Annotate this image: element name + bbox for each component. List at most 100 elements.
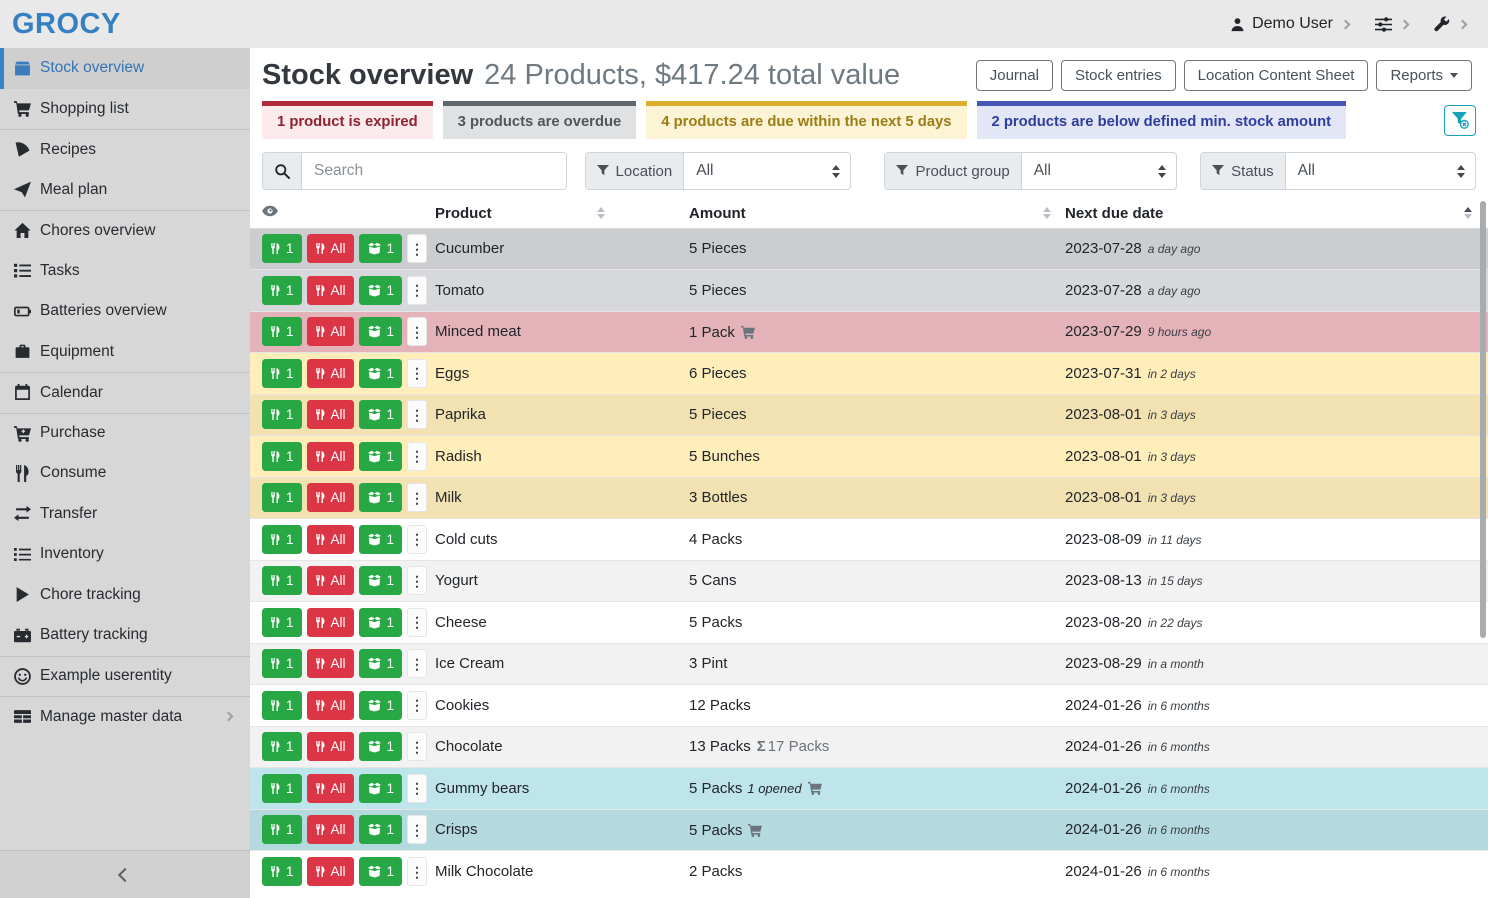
row-menu-button[interactable]: ⋮ <box>407 566 427 595</box>
open-one-button[interactable]: 1 <box>359 857 403 886</box>
consume-all-button[interactable]: All <box>307 400 354 429</box>
sidebar-item-equipment[interactable]: Equipment <box>0 332 250 373</box>
product-name[interactable]: Chocolate <box>435 726 689 768</box>
status-select[interactable]: All <box>1286 153 1475 189</box>
admin-menu[interactable] <box>1434 16 1466 32</box>
column-visibility-header[interactable] <box>250 199 435 228</box>
open-one-button[interactable]: 1 <box>359 774 403 803</box>
user-menu[interactable]: Demo User <box>1230 15 1349 33</box>
consume-one-button[interactable]: 1 <box>262 815 302 844</box>
product-name[interactable]: Paprika <box>435 394 689 436</box>
product-column-header[interactable]: Product <box>435 199 689 228</box>
consume-one-button[interactable]: 1 <box>262 276 302 305</box>
row-menu-button[interactable]: ⋮ <box>407 691 427 720</box>
consume-one-button[interactable]: 1 <box>262 774 302 803</box>
stock-entries-button[interactable]: Stock entries <box>1061 60 1176 91</box>
open-one-button[interactable]: 1 <box>359 815 403 844</box>
sidebar-item-meal-plan[interactable]: Meal plan <box>0 170 250 211</box>
product-name[interactable]: Milk Chocolate <box>435 851 689 893</box>
consume-one-button[interactable]: 1 <box>262 234 302 263</box>
open-one-button[interactable]: 1 <box>359 359 403 388</box>
consume-all-button[interactable]: All <box>307 525 354 554</box>
row-menu-button[interactable]: ⋮ <box>407 525 427 554</box>
consume-one-button[interactable]: 1 <box>262 483 302 512</box>
row-menu-button[interactable]: ⋮ <box>407 276 427 305</box>
consume-all-button[interactable]: All <box>307 649 354 678</box>
consume-all-button[interactable]: All <box>307 483 354 512</box>
consume-all-button[interactable]: All <box>307 815 354 844</box>
sidebar-item-transfer[interactable]: Transfer <box>0 494 250 535</box>
due-soon-banner[interactable]: 4 products are due within the next 5 day… <box>646 101 966 139</box>
consume-all-button[interactable]: All <box>307 234 354 263</box>
sidebar-item-shopping-list[interactable]: Shopping list <box>0 89 250 130</box>
open-one-button[interactable]: 1 <box>359 691 403 720</box>
consume-all-button[interactable]: All <box>307 566 354 595</box>
product-name[interactable]: Cheese <box>435 602 689 644</box>
open-one-button[interactable]: 1 <box>359 608 403 637</box>
open-one-button[interactable]: 1 <box>359 234 403 263</box>
settings-menu[interactable] <box>1375 16 1408 33</box>
open-one-button[interactable]: 1 <box>359 317 403 346</box>
consume-one-button[interactable]: 1 <box>262 857 302 886</box>
product-name[interactable]: Yogurt <box>435 560 689 602</box>
location-content-sheet-button[interactable]: Location Content Sheet <box>1184 60 1369 91</box>
product-name[interactable]: Ice Cream <box>435 643 689 685</box>
product-name[interactable]: Gummy bears <box>435 768 689 810</box>
consume-all-button[interactable]: All <box>307 359 354 388</box>
product-name[interactable]: Cucumber <box>435 228 689 270</box>
consume-all-button[interactable]: All <box>307 732 354 761</box>
row-menu-button[interactable]: ⋮ <box>407 317 427 346</box>
expired-banner[interactable]: 1 product is expired <box>262 101 433 139</box>
product-name[interactable]: Cookies <box>435 685 689 727</box>
consume-one-button[interactable]: 1 <box>262 691 302 720</box>
sidebar-item-chore-tracking[interactable]: Chore tracking <box>0 575 250 616</box>
product-name[interactable]: Milk <box>435 477 689 519</box>
row-menu-button[interactable]: ⋮ <box>407 608 427 637</box>
open-one-button[interactable]: 1 <box>359 525 403 554</box>
open-one-button[interactable]: 1 <box>359 276 403 305</box>
sidebar-item-manage-master-data[interactable]: Manage master data <box>0 696 250 737</box>
row-menu-button[interactable]: ⋮ <box>407 359 427 388</box>
sidebar-item-recipes[interactable]: Recipes <box>0 129 250 170</box>
product-group-select[interactable]: All <box>1022 153 1176 189</box>
location-select[interactable]: All <box>684 153 850 189</box>
row-menu-button[interactable]: ⋮ <box>407 483 427 512</box>
sidebar-item-consume[interactable]: Consume <box>0 453 250 494</box>
open-one-button[interactable]: 1 <box>359 483 403 512</box>
sidebar-item-stock-overview[interactable]: Stock overview <box>0 48 250 89</box>
consume-all-button[interactable]: All <box>307 317 354 346</box>
consume-all-button[interactable]: All <box>307 276 354 305</box>
consume-one-button[interactable]: 1 <box>262 732 302 761</box>
vertical-scrollbar[interactable] <box>1480 201 1486 638</box>
consume-one-button[interactable]: 1 <box>262 359 302 388</box>
consume-one-button[interactable]: 1 <box>262 566 302 595</box>
open-one-button[interactable]: 1 <box>359 566 403 595</box>
consume-all-button[interactable]: All <box>307 691 354 720</box>
open-one-button[interactable]: 1 <box>359 400 403 429</box>
open-one-button[interactable]: 1 <box>359 442 403 471</box>
consume-one-button[interactable]: 1 <box>262 649 302 678</box>
sidebar-collapse-button[interactable] <box>0 850 250 898</box>
sidebar-item-tasks[interactable]: Tasks <box>0 251 250 292</box>
reports-dropdown-button[interactable]: Reports <box>1376 60 1472 91</box>
amount-column-header[interactable]: Amount <box>689 199 1065 228</box>
consume-one-button[interactable]: 1 <box>262 525 302 554</box>
row-menu-button[interactable]: ⋮ <box>407 815 427 844</box>
row-menu-button[interactable]: ⋮ <box>407 857 427 886</box>
sidebar-item-calendar[interactable]: Calendar <box>0 372 250 413</box>
consume-all-button[interactable]: All <box>307 774 354 803</box>
sidebar-item-batteries-overview[interactable]: Batteries overview <box>0 291 250 332</box>
consume-one-button[interactable]: 1 <box>262 317 302 346</box>
below-min-stock-banner[interactable]: 2 products are below defined min. stock … <box>977 101 1347 139</box>
product-name[interactable]: Tomato <box>435 270 689 312</box>
sidebar-item-example-userentity[interactable]: Example userentity <box>0 656 250 697</box>
consume-all-button[interactable]: All <box>307 857 354 886</box>
open-one-button[interactable]: 1 <box>359 732 403 761</box>
sidebar-item-battery-tracking[interactable]: Battery tracking <box>0 615 250 656</box>
next-due-date-column-header[interactable]: Next due date <box>1065 199 1488 228</box>
journal-button[interactable]: Journal <box>976 60 1053 91</box>
product-name[interactable]: Radish <box>435 436 689 478</box>
sidebar-item-inventory[interactable]: Inventory <box>0 534 250 575</box>
row-menu-button[interactable]: ⋮ <box>407 234 427 263</box>
search-input[interactable] <box>302 153 566 189</box>
